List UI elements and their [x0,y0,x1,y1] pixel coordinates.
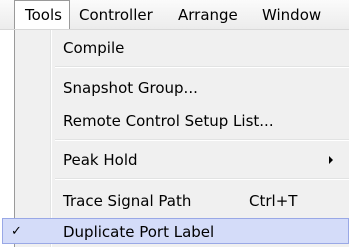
menu-arrange[interactable]: Arrange [178,0,238,29]
menu-window[interactable]: Window [262,0,321,29]
menu-separator [55,139,349,141]
menu-item-label: Peak Hold [63,151,138,169]
menu-gutter-highlight [51,30,52,247]
tools-dropdown-menu: Compile Snapshot Group... Remote Control… [2,30,349,247]
menu-separator [55,178,349,180]
menu-item-label: Trace Signal Path [63,192,192,210]
menu-item-label: Compile [63,39,125,57]
menubar: Tools Controller Arrange Window [0,0,349,30]
submenu-arrow-icon [329,156,333,164]
menu-item-label: Snapshot Group... [63,79,198,97]
menu-item-trace-signal-path[interactable]: Trace Signal Path Ctrl+T [15,188,349,214]
menu-item-duplicate-port-label[interactable]: ✓ Duplicate Port Label [2,218,349,244]
menu-item-shortcut: Ctrl+T [249,192,298,210]
menu-controller[interactable]: Controller [79,0,153,29]
menu-item-peak-hold[interactable]: Peak Hold [15,147,349,173]
menu-item-label: Remote Control Setup List... [63,112,274,130]
menu-separator [55,66,349,68]
menu-item-label: Duplicate Port Label [63,223,215,241]
menu-item-remote-control-setup-list[interactable]: Remote Control Setup List... [15,108,349,134]
checkmark-icon: ✓ [11,224,22,239]
menu-item-snapshot-group[interactable]: Snapshot Group... [15,75,349,101]
menu-tools[interactable]: Tools [14,0,70,29]
menu-item-compile[interactable]: Compile [15,35,349,61]
